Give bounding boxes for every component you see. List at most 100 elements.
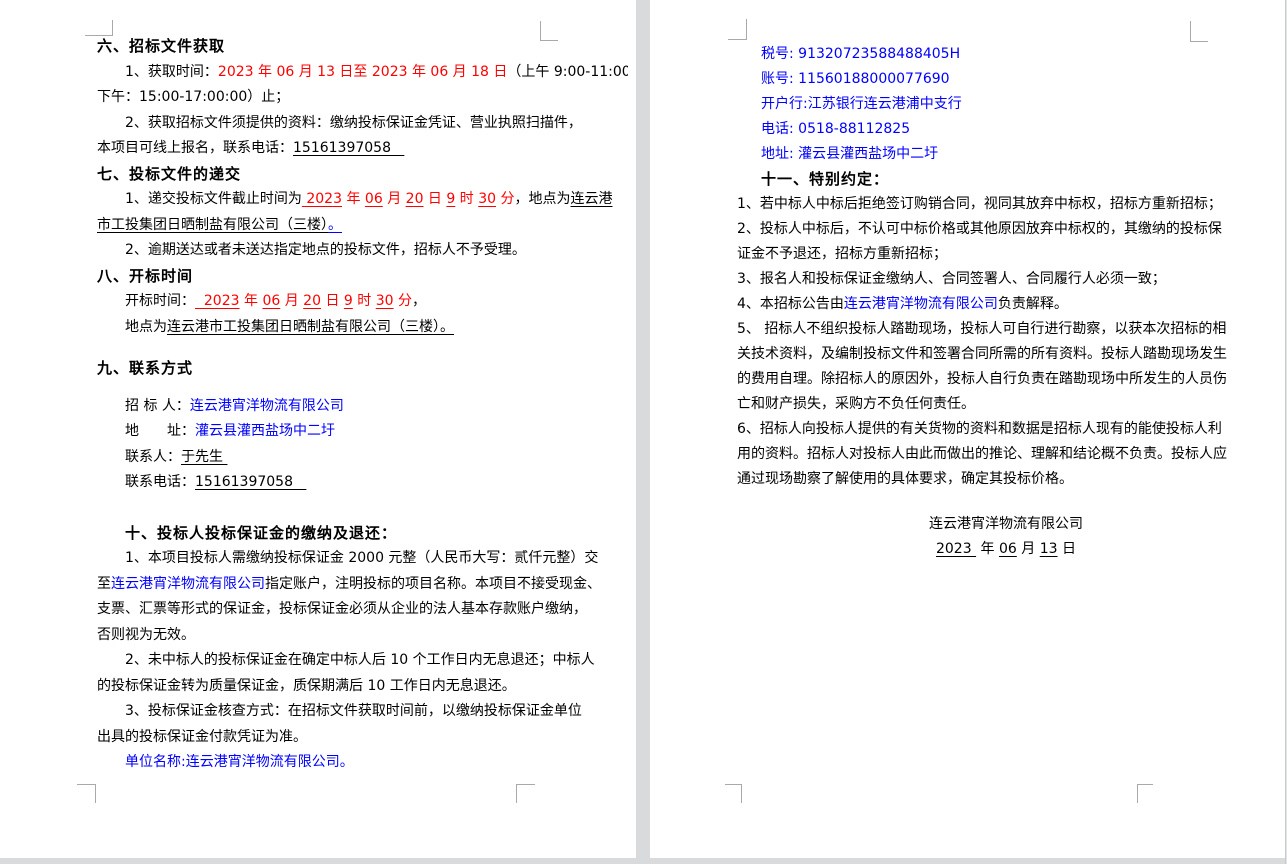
text-segment: 2、投标人中标后，不认可中标价格或其他原因放弃中标权的，其缴纳的投标保 [737,221,1222,237]
text-segment-blue: 税号: 91320723588488405H [761,46,960,62]
text-line: 1、若中标人中标后拒绝签订购销合同，视同其放弃中标权，招标方重新招标； [737,192,1275,217]
text-segment: 3、投标保证金核查方式：在招标文件获取时间前，以缴纳投标保证金单位 [125,703,582,719]
section-heading: 十、投标人投标保证金的缴纳及退还： [125,524,397,542]
text-segment-blue: 账号: 11560188000077690 [761,71,950,87]
text-line: 开户行:江苏银行连云港浦中支行 [737,92,1275,117]
text-segment-red: 20 [406,191,424,207]
text-segment: 月 [1017,541,1040,557]
text-segment-blue: 。 [328,217,342,233]
text-segment-blue: 灌云县灌西盐场中二圩 [195,423,335,439]
text-segment: 关技术资料，及编制投标文件和签署合同所需的所有资料。投标人踏勘现场发生 [737,346,1227,362]
text-line: 的投标保证金转为质量保证金，质保期满后 10 工作日内无息退还。 [97,674,628,700]
text-segment: 招 标 人： [125,398,190,414]
section-heading: 九、联系方式 [97,359,193,377]
page-left[interactable]: 六、招标文件获取1、获取时间：2023 年 06 月 13 日至 2023 年 … [0,0,636,858]
text-segment: 的投标保证金转为质量保证金，质保期满后 10 工作日内无息退还。 [97,678,516,694]
text-segment: 的费用自理。除招标人的原因外，投标人自行负责在踏勘现场中所发生的人员伤 [737,371,1227,387]
text-segment-red: 年 [240,293,263,309]
text-line: 2、获取招标文件须提供的资料：缴纳投标保证金凭证、营业执照扫描件， [97,111,628,137]
text-line: 单位名称:连云港宵洋物流有限公司。 [97,750,628,776]
section-heading: 八、开标时间 [97,267,193,285]
text-segment: 于先生 [181,449,227,465]
text-segment-red: 月 [280,293,303,309]
text-segment: 亡和财产损失，采购方不负任何责任。 [737,396,975,412]
text-segment: 本项目可线上报名，联系电话： [97,140,293,156]
text-line: 4、本招标公告由连云港宵洋物流有限公司负责解释。 [737,292,1275,317]
page-gutter [636,0,650,858]
text-line: 市工投集团日晒制盐有限公司（三楼）。 [97,213,628,239]
text-line: 六、招标文件获取 [97,34,628,60]
text-line: 开标时间： 2023 年 06 月 20 日 9 时 30 分， [97,289,628,315]
canvas-background [0,858,1287,864]
text-segment-red: 时 [455,191,478,207]
text-segment: 6、招标人向投标人提供的有关货物的资料和数据是招标人现有的能使投标人利 [737,421,1222,437]
text-line: 1、本项目投标人需缴纳投标保证金 2000 元整（人民币大写：贰仟元整）交 [97,546,628,572]
text-segment: 06 [999,541,1017,557]
text-segment: 年 [976,541,999,557]
text-line: 下午：15:00-17:00:00）止； [97,85,628,111]
text-segment: 2、获取招标文件须提供的资料：缴纳投标保证金凭证、营业执照扫描件， [125,115,582,131]
text-segment: 联系电话： [125,474,195,490]
text-line: 通过现场勘察了解使用的具体要求，确定其投标价格。 [737,467,1275,492]
text-line: 至连云港宵洋物流有限公司指定账户，注明投标的项目名称。本项目不接受现金、 [97,572,628,598]
text-line: 1、获取时间：2023 年 06 月 13 日至 2023 年 06 月 18 … [97,60,628,86]
page-right[interactable]: 税号: 91320723588488405H 账号: 11560188000077… [650,0,1285,858]
text-line: 的费用自理。除招标人的原因外，投标人自行负责在踏勘现场中所发生的人员伤 [737,367,1275,392]
text-segment-red: 9 [446,191,455,207]
page-left-text: 六、招标文件获取1、获取时间：2023 年 06 月 13 日至 2023 年 … [97,0,628,858]
text-line: 连云港宵洋物流有限公司 [737,512,1275,537]
text-segment: 出具的投标保证金付款凭证为准。 [97,729,307,745]
text-segment-blue: 地址: 灌云县灌西盐场中二圩 [761,146,938,162]
text-line: 十、投标人投标保证金的缴纳及退还： [97,521,628,547]
text-segment-blue: 电话: 0518-88112825 [761,121,910,137]
text-boundary-mark [77,784,96,803]
text-segment-red: 20 [303,293,321,309]
text-segment: 4、本招标公告由 [737,296,844,312]
document-canvas: 六、招标文件获取1、获取时间：2023 年 06 月 13 日至 2023 年 … [0,0,1287,864]
text-line: 账号: 11560188000077690 [737,67,1275,92]
text-segment-red: 分 [394,293,412,309]
text-line: 十一、特别约定： [737,167,1275,192]
text-line: 联系电话：15161397058 [97,470,628,496]
text-segment-red: 9 [344,293,353,309]
text-line: 否则视为无效。 [97,623,628,649]
text-line: 3、投标保证金核查方式：在招标文件获取时间前，以缴纳投标保证金单位 [97,699,628,725]
text-line: 联系人：于先生 [97,445,628,471]
text-segment-red: 30 [376,293,394,309]
text-segment: ，地点为 [515,191,571,207]
text-line: 1、递交投标文件截止时间为 2023 年 06 月 20 日 9 时 30 分，… [97,187,628,213]
text-segment: （上午 9:00-11:00， [507,64,628,80]
text-segment: 连云港宵洋物流有限公司 [929,516,1083,532]
text-line: 5、 招标人不组织投标人踏勘现场，投标人可自行进行勘察，以获本次招标的相 [737,317,1275,342]
text-segment: 至 [97,576,111,592]
text-line: 八、开标时间 [97,264,628,290]
text-line: 证金不予退还，招标方重新招标； [737,242,1275,267]
text-segment-red: 30 [478,191,496,207]
text-segment: 5、 招标人不组织投标人踏勘现场，投标人可自行进行勘察，以获本次招标的相 [737,321,1226,337]
text-segment: 1、若中标人中标后拒绝签订购销合同，视同其放弃中标权，招标方重新招标； [737,196,1222,212]
text-segment-blue: 连云港宵洋物流有限公司 [844,296,998,312]
text-line: 招 标 人：连云港宵洋物流有限公司 [97,394,628,420]
text-line: 3、报名人和投标保证金缴纳人、合同签署人、合同履行人必须一致； [737,267,1275,292]
text-segment: 联系人： [125,449,181,465]
text-segment-red: 日 [423,191,446,207]
text-segment: 连云港市工投集团日晒制盐有限公司（三楼）。 [167,319,454,335]
text-segment-red: 分 [496,191,514,207]
text-line: 本项目可线上报名，联系电话：15161397058 [97,136,628,162]
text-line: 2、未中标人的投标保证金在确定中标人后 10 个工作日内无息退还；中标人 [97,648,628,674]
text-line: 关技术资料，及编制投标文件和签署合同所需的所有资料。投标人踏勘现场发生 [737,342,1275,367]
text-segment: 下午：15:00-17:00:00）止； [97,89,289,105]
text-segment: 2、逾期送达或者未送达指定地点的投标文件，招标人不予受理。 [125,242,526,258]
text-segment: 用的资料。招标人对投标人由此而做出的推论、理解和结论概不负责。投标人应 [737,446,1227,462]
text-line: 地点为连云港市工投集团日晒制盐有限公司（三楼）。 [97,315,628,341]
text-segment: 市工投集团日晒制盐有限公司（三楼） [97,217,328,233]
text-line: 九、联系方式 [97,356,628,382]
text-segment: 2、未中标人的投标保证金在确定中标人后 10 个工作日内无息退还；中标人 [125,652,595,668]
text-line: 出具的投标保证金付款凭证为准。 [97,725,628,751]
text-segment: 日 [1058,541,1076,557]
text-segment-red: 06 [365,191,383,207]
text-segment: 地点为 [125,319,167,335]
page-right-text: 税号: 91320723588488405H 账号: 11560188000077… [737,0,1275,858]
text-segment: 连云港 [571,191,613,207]
text-segment-red: 时 [353,293,376,309]
